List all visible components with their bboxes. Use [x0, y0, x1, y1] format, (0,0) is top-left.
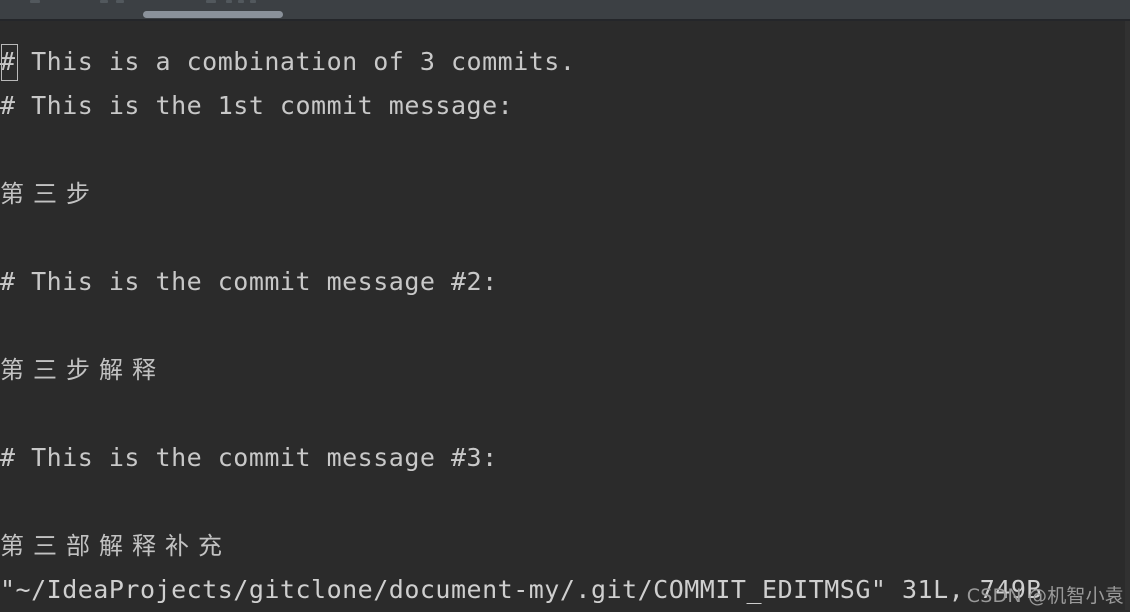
chrome-ghost-mark-2 — [116, 0, 124, 3]
chrome-ghost-mark-3 — [206, 0, 216, 3]
editor-line-10: # This is the commit message #3: — [0, 443, 498, 472]
vim-status-line: "~/IdeaProjects/gitclone/document-my/.gi… — [0, 575, 1042, 604]
chrome-ghost-mark-4 — [226, 0, 232, 3]
right-edge-gutter — [1125, 21, 1130, 610]
editor-line-1: # This is a combination of 3 commits. — [0, 47, 576, 76]
editor-line-8: 第三步解释 — [0, 356, 165, 384]
editor-line-12: 第三部解释补充 — [0, 532, 231, 560]
editor-line-2: # This is the 1st commit message: — [0, 91, 514, 120]
window-chrome-bar — [0, 0, 1130, 19]
terminal-viewport[interactable]: # This is a combination of 3 commits. # T… — [0, 21, 1125, 610]
chrome-ghost-mark-5 — [238, 0, 244, 3]
chrome-ghost-mark-6 — [250, 0, 256, 3]
chrome-ghost-mark-0 — [30, 0, 40, 3]
csdn-watermark: CSDN @机智小袁 — [966, 585, 1124, 607]
chrome-ghost-mark-1 — [100, 0, 108, 3]
editor-line-6: # This is the commit message #2: — [0, 267, 498, 296]
editor-line-4: 第三步 — [0, 180, 99, 208]
horizontal-scrollbar-handle[interactable] — [143, 11, 283, 18]
